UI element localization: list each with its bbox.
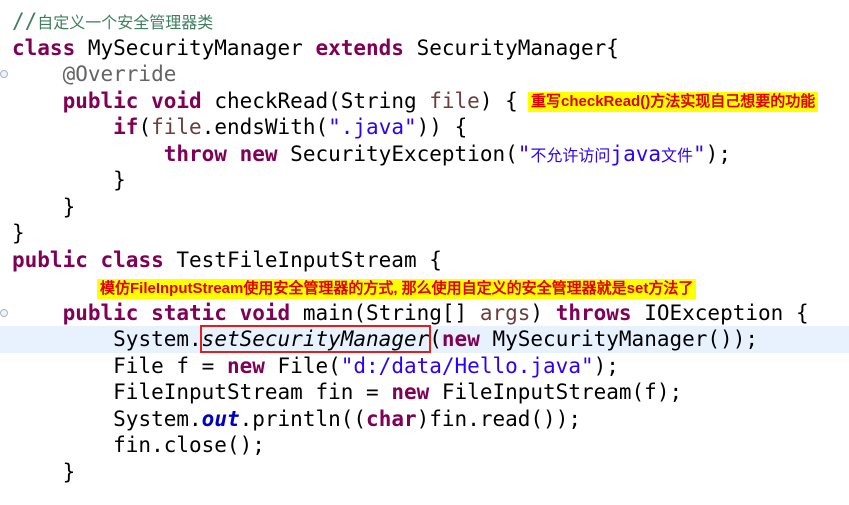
paren-close: ); bbox=[705, 141, 731, 166]
superclass: SecurityManager{ bbox=[403, 35, 619, 60]
stream-ctor: FileInputStream(f); bbox=[429, 380, 683, 404]
keyword-class: class bbox=[100, 247, 164, 272]
fold-marker-icon[interactable] bbox=[0, 70, 8, 78]
param-args: args bbox=[479, 300, 531, 325]
code-line-10: public class TestFileInputStream { bbox=[0, 247, 849, 274]
keyword-void: void bbox=[151, 88, 202, 113]
keyword-extends: extends bbox=[315, 35, 404, 60]
field-out: out bbox=[201, 406, 240, 431]
file-decl: File f = bbox=[113, 353, 227, 378]
keyword-static: static bbox=[151, 300, 227, 325]
class-name: TestFileInputStream { bbox=[163, 247, 442, 272]
keyword-new: new bbox=[441, 327, 480, 351]
string-java: java bbox=[610, 141, 661, 166]
exception-type: IOException { bbox=[631, 300, 809, 325]
call-endswith: .endsWith( bbox=[201, 115, 329, 139]
system-ref: System. bbox=[113, 327, 202, 351]
code-line-14: File f = new File("d:/data/Hello.java"); bbox=[0, 353, 849, 380]
code-line-9: } bbox=[12, 221, 25, 245]
method-signature: checkRead(String bbox=[201, 88, 430, 113]
file-ctor: File( bbox=[264, 353, 341, 378]
keyword-char: char bbox=[366, 406, 417, 431]
code-line-15: FileInputStream fin = new FileInputStrea… bbox=[0, 379, 849, 406]
annotation-callout-checkread: 重写checkRead()方法实现自己想要的功能 bbox=[528, 92, 819, 112]
main-signature: main(String[] bbox=[290, 300, 480, 325]
paren: ( bbox=[429, 327, 442, 351]
paren: ( bbox=[138, 115, 152, 139]
method-setsecuritymanager-highlighted[interactable]: setSecurityManager bbox=[199, 325, 432, 353]
ctor-call: MySecurityManager()); bbox=[479, 327, 758, 351]
code-editor[interactable]: //自定义一个安全管理器类 class MySecurityManager ex… bbox=[0, 8, 849, 485]
keyword-if: if bbox=[113, 115, 139, 139]
string-quote-open: " bbox=[517, 141, 531, 166]
keyword-public: public bbox=[62, 300, 139, 325]
string-path: "d:/data/Hello.java" bbox=[340, 353, 594, 378]
code-line-18: } bbox=[12, 459, 76, 484]
system-ref: System. bbox=[113, 406, 202, 431]
println-call: .println(( bbox=[239, 406, 367, 431]
param-file-ref: file bbox=[151, 115, 202, 139]
code-line-12: public static void main(String[] args) t… bbox=[0, 300, 849, 327]
exception-ctor: SecurityException( bbox=[277, 141, 518, 166]
code-line-2: class MySecurityManager extends Security… bbox=[0, 35, 849, 62]
fold-marker-icon[interactable] bbox=[0, 308, 8, 317]
keyword-new: new bbox=[226, 353, 265, 378]
code-line-17: fin.close(); bbox=[12, 433, 265, 457]
paren-close: )) { bbox=[416, 115, 468, 139]
read-call: )fin.read()); bbox=[416, 406, 581, 431]
code-line-3: @Override bbox=[0, 61, 849, 88]
annotation-override: @Override bbox=[62, 62, 177, 86]
annotation-callout-setmethod: 模仿FileInputStream使用安全管理器的方式, 那么使用自定义的安全管… bbox=[97, 279, 697, 299]
keyword-throws: throws bbox=[555, 300, 632, 325]
code-line-16: System.out.println((char)fin.read()); bbox=[0, 406, 849, 433]
keyword-new: new bbox=[391, 380, 430, 404]
class-name: MySecurityManager bbox=[75, 35, 316, 60]
string-literal: ".java" bbox=[328, 115, 417, 139]
comment-text: 自定义一个安全管理器类 bbox=[37, 13, 214, 32]
keyword-public: public bbox=[12, 247, 88, 272]
code-line-5: if(file.endsWith(".java")) { bbox=[0, 114, 849, 141]
keyword-throw: throw bbox=[163, 141, 227, 166]
code-line-13-current: System.setSecurityManager(new MySecurity… bbox=[0, 325, 849, 353]
keyword-class: class bbox=[12, 35, 76, 60]
stream-decl: FileInputStream fin = bbox=[113, 380, 392, 404]
string-zh-part2: 文件 bbox=[661, 145, 694, 165]
keyword-void: void bbox=[239, 300, 291, 325]
keyword-new: new bbox=[239, 141, 278, 166]
param-file: file bbox=[429, 88, 480, 113]
string-quote-close: " bbox=[693, 141, 706, 166]
code-line-7: } bbox=[12, 168, 126, 192]
code-line-1: //自定义一个安全管理器类 bbox=[0, 8, 849, 35]
paren-close: ) bbox=[530, 300, 556, 325]
code-line-6: throw new SecurityException("不允许访问java文件… bbox=[0, 141, 849, 168]
comment-slashes: // bbox=[12, 9, 38, 33]
paren-close: ); bbox=[593, 353, 619, 378]
keyword-public: public bbox=[62, 88, 139, 113]
string-zh-part1: 不允许访问 bbox=[530, 145, 611, 165]
code-line-8: } bbox=[12, 194, 76, 219]
method-signature-end: ) { bbox=[479, 88, 518, 113]
